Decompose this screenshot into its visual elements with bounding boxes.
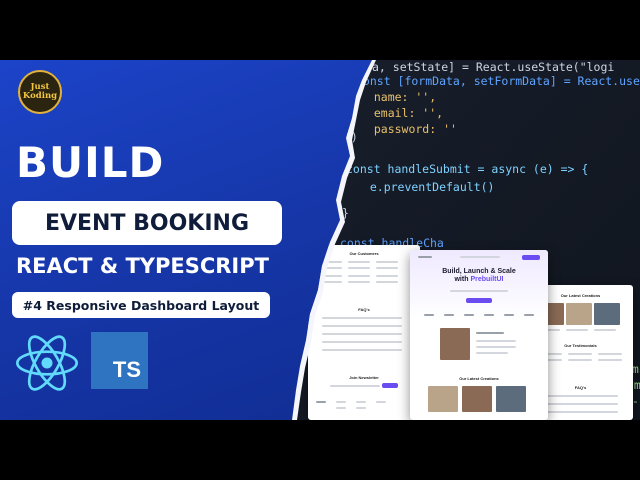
mockup-text-line bbox=[376, 275, 398, 277]
mockup-text-line bbox=[356, 407, 366, 409]
mockup-text-line bbox=[348, 281, 370, 283]
mockup-text-line bbox=[476, 340, 516, 342]
mockup-text-line bbox=[476, 346, 516, 348]
mockup-text-line bbox=[476, 332, 504, 334]
mockup-text-line bbox=[376, 261, 398, 263]
mockup-hero-title: Build, Launch & Scale with PrebuiltUI bbox=[442, 268, 516, 283]
mockup-text-line bbox=[484, 314, 494, 316]
mockup-image bbox=[440, 328, 470, 360]
mockup-image bbox=[462, 386, 492, 412]
mockup-text-line bbox=[322, 325, 402, 327]
mockup-text-line bbox=[336, 407, 346, 409]
code-line: const [formData, setFormData] = React.us… bbox=[356, 74, 640, 88]
mockup-text-line bbox=[418, 256, 432, 258]
mockup-text-line bbox=[376, 401, 386, 403]
headline-build: BUILD bbox=[16, 138, 165, 187]
mockup-text-line bbox=[450, 290, 508, 292]
mockup-image bbox=[496, 386, 526, 412]
mockup-text-line bbox=[598, 359, 622, 361]
react-icon bbox=[16, 335, 78, 391]
mockup-section-title: Our Latest Creations bbox=[459, 376, 499, 381]
mockup-text-line bbox=[504, 314, 514, 316]
mockup-faq: FAQ's bbox=[358, 307, 370, 312]
mockup-text-line bbox=[566, 329, 588, 331]
typescript-icon: TS bbox=[91, 332, 148, 389]
mockup-button bbox=[522, 255, 540, 260]
mockup-text-line bbox=[348, 267, 370, 269]
mockup-image bbox=[428, 386, 458, 412]
mockup-text-line bbox=[322, 333, 402, 335]
mockup-text-line bbox=[424, 314, 434, 316]
project-title-pill: EVENT BOOKING bbox=[12, 201, 282, 245]
episode-pill: #4 Responsive Dashboard Layout bbox=[12, 292, 270, 318]
mockup-text-line bbox=[464, 314, 474, 316]
mockup-button bbox=[382, 383, 398, 388]
mockup-text-line bbox=[322, 317, 402, 319]
mockup-image bbox=[594, 303, 620, 325]
mockup-text-line bbox=[322, 349, 402, 351]
mockup-text-line bbox=[568, 353, 592, 355]
mockup-text-line bbox=[376, 281, 398, 283]
mockup-button bbox=[466, 298, 492, 303]
channel-logo: Just Koding bbox=[18, 70, 62, 114]
mockup-text-line bbox=[330, 385, 380, 387]
mockup-text-line bbox=[594, 329, 616, 331]
code-line: a, setState] = React.useState("logi bbox=[372, 60, 615, 74]
mockup-image bbox=[566, 303, 592, 325]
mockup-text-line bbox=[316, 401, 326, 403]
mockup-text-line bbox=[542, 395, 618, 397]
mockup-text-line bbox=[568, 359, 592, 361]
mockup-text-line bbox=[542, 403, 618, 405]
mockup-text-line bbox=[348, 275, 370, 277]
mockup-text-line bbox=[348, 261, 370, 263]
thumbnail-frame: a, setState] = React.useState("logi cons… bbox=[0, 60, 640, 420]
mockup-text-line bbox=[524, 314, 534, 316]
code-line: name: '', bbox=[360, 90, 437, 104]
mockup-text-line bbox=[598, 353, 622, 355]
mockup-text-line bbox=[460, 256, 500, 258]
code-line: email: '', bbox=[360, 106, 444, 120]
mockup-text-line bbox=[444, 314, 454, 316]
mockup-hero bbox=[410, 250, 548, 320]
code-line: const handleSubmit = async (e) => { bbox=[346, 162, 589, 176]
stack-subtitle: REACT & TYPESCRIPT bbox=[16, 254, 269, 278]
mockup-newsletter: Join Newsletter bbox=[349, 375, 379, 380]
mockup-text-line bbox=[336, 401, 346, 403]
mockup-page-center: Build, Launch & Scale with PrebuiltUI Ou… bbox=[410, 250, 548, 420]
code-line: e.preventDefault() bbox=[356, 180, 495, 194]
mockup-text-line bbox=[322, 341, 402, 343]
mockup-text-line bbox=[376, 267, 398, 269]
mockup-text-line bbox=[542, 411, 618, 413]
code-line: password: '' bbox=[360, 122, 457, 136]
mockup-text-line bbox=[476, 352, 508, 354]
mockup-text-line bbox=[356, 401, 366, 403]
